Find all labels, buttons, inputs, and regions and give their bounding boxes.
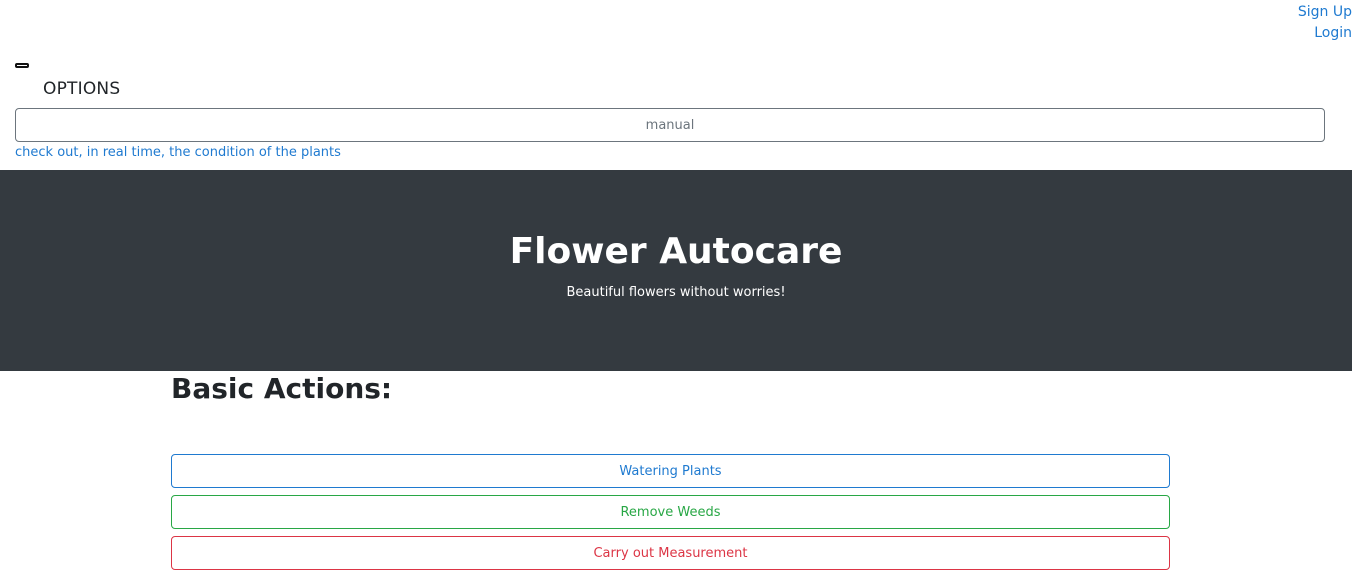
hero-banner: Flower Autocare Beautiful flowers withou… <box>0 170 1352 371</box>
login-link[interactable]: Login <box>1298 23 1352 44</box>
remove-weeds-button[interactable]: Remove Weeds <box>171 495 1170 529</box>
hero-title: Flower Autocare <box>509 231 843 272</box>
options-toggle-button[interactable] <box>15 63 29 68</box>
mode-select[interactable]: manual <box>15 108 1325 142</box>
options-label: OPTIONS <box>43 79 121 99</box>
plant-condition-link[interactable]: check out, in real time, the condition o… <box>15 145 341 160</box>
watering-plants-button[interactable]: Watering Plants <box>171 454 1170 488</box>
page: Sign Up Login OPTIONS manual check out, … <box>0 0 1352 579</box>
signup-link[interactable]: Sign Up <box>1298 2 1352 23</box>
carry-out-measurement-button[interactable]: Carry out Measurement <box>171 536 1170 570</box>
basic-actions-heading: Basic Actions: <box>171 372 393 405</box>
auth-links: Sign Up Login <box>1298 2 1352 44</box>
hero-subtitle: Beautiful flowers without worries! <box>566 285 786 300</box>
